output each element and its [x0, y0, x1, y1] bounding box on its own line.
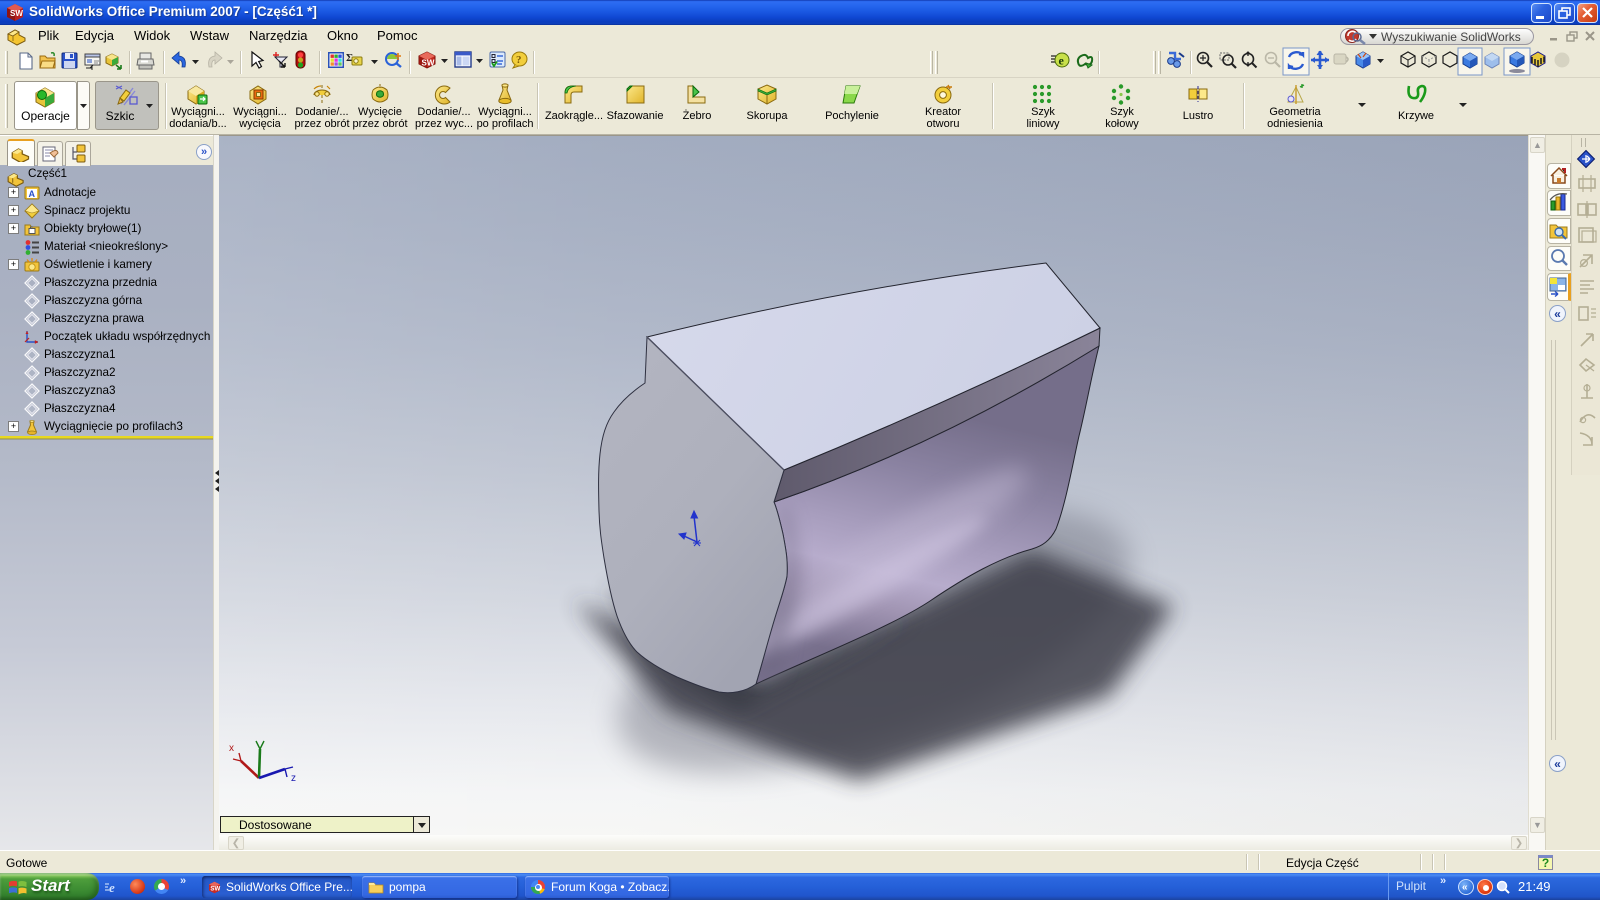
svg-text:?: ? [516, 54, 522, 66]
svg-text:SW: SW [422, 59, 435, 68]
svg-text:x: x [229, 743, 234, 754]
svg-text:A: A [29, 189, 36, 199]
svg-text:e: e [1059, 54, 1065, 68]
svg-text:SW: SW [210, 886, 220, 893]
svg-text:z: z [291, 773, 296, 784]
svg-text:e: e [109, 880, 115, 895]
svg-text:SW: SW [10, 9, 23, 18]
